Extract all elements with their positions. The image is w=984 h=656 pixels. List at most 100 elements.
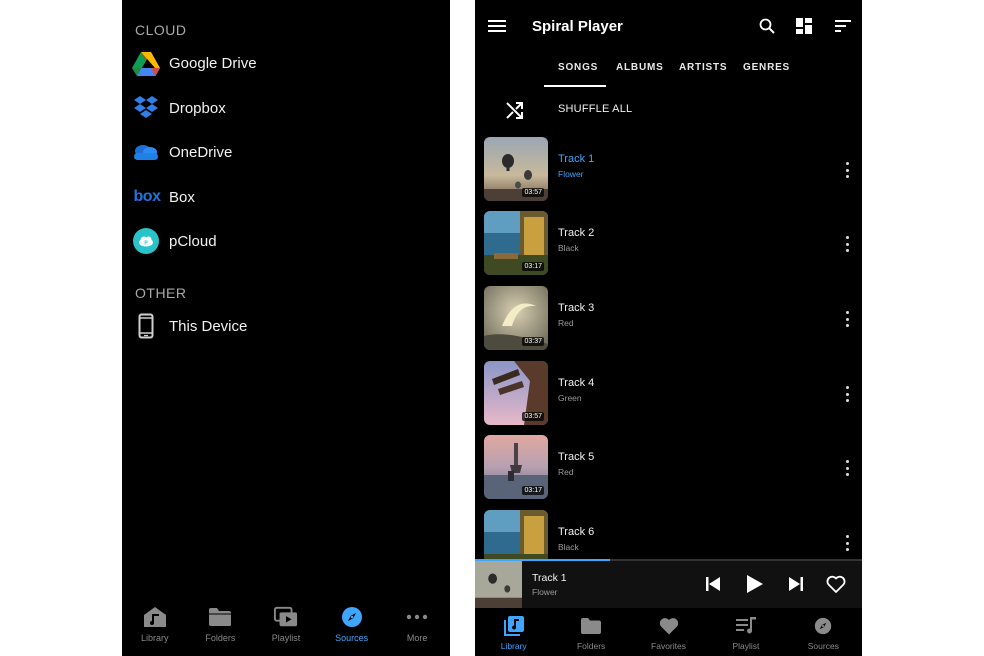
- track-subtitle: Flower: [558, 169, 584, 179]
- other-section-header: OTHER: [135, 285, 187, 301]
- source-label: Google Drive: [169, 54, 257, 72]
- source-google-drive[interactable]: Google Drive: [122, 43, 450, 83]
- source-box[interactable]: box Box: [122, 177, 450, 217]
- more-horizontal-icon: [405, 605, 429, 629]
- playlist-music-icon: [734, 614, 758, 638]
- more-vertical-icon[interactable]: [842, 311, 852, 327]
- folder-icon: [208, 605, 232, 629]
- more-vertical-icon[interactable]: [842, 535, 852, 551]
- playback-progress[interactable]: [475, 559, 862, 561]
- nav-sources[interactable]: Sources: [785, 608, 862, 656]
- source-label: This Device: [169, 317, 248, 335]
- track-subtitle: Red: [558, 318, 574, 328]
- source-label: Dropbox: [169, 99, 226, 117]
- tab-albums[interactable]: ALBUMS: [616, 62, 664, 73]
- google-drive-icon: [132, 49, 160, 77]
- active-tab-indicator: [544, 85, 606, 87]
- tab-songs[interactable]: SONGS: [558, 62, 598, 73]
- compass-icon: [811, 614, 835, 638]
- duration-badge: 03:57: [522, 188, 544, 197]
- album-art: 03:17: [484, 211, 548, 275]
- cloud-section-header: CLOUD: [135, 22, 187, 38]
- more-vertical-icon[interactable]: [842, 386, 852, 402]
- track-row[interactable]: 03:17 Track 2 Black: [475, 211, 862, 277]
- more-vertical-icon[interactable]: [842, 460, 852, 476]
- source-label: Box: [169, 188, 195, 206]
- nav-label: Playlist: [271, 633, 301, 643]
- track-title: Track 2: [558, 227, 595, 239]
- play-icon[interactable]: [744, 573, 766, 595]
- nav-playlist[interactable]: Playlist: [253, 598, 319, 656]
- favorite-heart-icon[interactable]: [825, 573, 847, 595]
- menu-icon[interactable]: [486, 15, 508, 37]
- nav-more[interactable]: More: [384, 598, 450, 656]
- mini-player[interactable]: Track 1 Flower: [475, 559, 862, 608]
- source-dropbox[interactable]: Dropbox: [122, 88, 450, 128]
- nav-label: More: [406, 633, 428, 643]
- album-art: 03:57: [484, 361, 548, 425]
- pcloud-icon: P: [132, 227, 160, 255]
- library-icon: [143, 605, 167, 629]
- track-row[interactable]: 03:57 Track 1 Flower: [475, 137, 862, 203]
- playlist-icon: [273, 605, 298, 629]
- album-art: 03:17: [484, 435, 548, 499]
- now-playing-subtitle: Flower: [532, 587, 558, 597]
- sort-icon[interactable]: [832, 15, 854, 37]
- library-tabs: SONGS ALBUMS ARTISTS GENRES: [475, 52, 862, 88]
- sources-screen: CLOUD Google Drive Dropbox OneDrive box …: [122, 0, 450, 656]
- search-icon[interactable]: [756, 15, 778, 37]
- app-bar: Spiral Player: [475, 0, 862, 52]
- track-subtitle: Black: [558, 243, 579, 253]
- phone-icon: [132, 312, 160, 340]
- nav-sources[interactable]: Sources: [319, 598, 385, 656]
- track-subtitle: Red: [558, 467, 574, 477]
- tab-artists[interactable]: ARTISTS: [679, 62, 727, 73]
- duration-badge: 03:17: [522, 262, 544, 271]
- library-screen: Spiral Player SONGS ALBUMS ARTISTS GENRE…: [475, 0, 862, 656]
- nav-label: Folders: [205, 633, 236, 643]
- album-art: 03:57: [484, 137, 548, 201]
- nav-playlist[interactable]: Playlist: [707, 608, 784, 656]
- nav-label: Sources: [807, 641, 839, 651]
- track-subtitle: Green: [558, 393, 582, 403]
- nav-favorites[interactable]: Favorites: [630, 608, 707, 656]
- tab-genres[interactable]: GENRES: [743, 62, 790, 73]
- shuffle-icon: [505, 100, 525, 120]
- nav-label: Library: [141, 633, 169, 643]
- track-row[interactable]: 03:17 Track 5 Red: [475, 435, 862, 501]
- track-title: Track 6: [558, 526, 595, 538]
- now-playing-art: [475, 561, 522, 608]
- now-playing-title: Track 1: [532, 572, 567, 584]
- dropbox-icon: [132, 94, 160, 122]
- nav-label: Sources: [335, 633, 369, 643]
- box-icon: box: [133, 188, 161, 205]
- duration-badge: 03:17: [522, 486, 544, 495]
- more-vertical-icon[interactable]: [842, 236, 852, 252]
- nav-folders[interactable]: Folders: [188, 598, 254, 656]
- duration-badge: 03:57: [522, 412, 544, 421]
- shuffle-all-button[interactable]: SHUFFLE ALL: [475, 95, 862, 125]
- source-this-device[interactable]: This Device: [122, 306, 450, 346]
- nav-library[interactable]: Library: [475, 608, 552, 656]
- track-title: Track 1: [558, 153, 595, 165]
- source-label: pCloud: [169, 232, 217, 250]
- nav-folders[interactable]: Folders: [552, 608, 629, 656]
- onedrive-icon: [132, 138, 160, 166]
- layout-grid-icon[interactable]: [793, 15, 815, 37]
- skip-previous-icon[interactable]: [702, 573, 724, 595]
- track-row[interactable]: 03:57 Track 4 Green: [475, 361, 862, 427]
- shuffle-label: SHUFFLE ALL: [558, 103, 633, 115]
- folder-icon: [579, 614, 603, 638]
- nav-label: Library: [500, 641, 527, 651]
- source-onedrive[interactable]: OneDrive: [122, 132, 450, 172]
- more-vertical-icon[interactable]: [842, 162, 852, 178]
- source-pcloud[interactable]: P pCloud: [122, 221, 450, 261]
- nav-label: Playlist: [732, 641, 760, 651]
- source-label: OneDrive: [169, 143, 233, 161]
- nav-library[interactable]: Library: [122, 598, 188, 656]
- track-row[interactable]: 03:37 Track 3 Red: [475, 286, 862, 352]
- track-title: Track 3: [558, 302, 595, 314]
- track-subtitle: Black: [558, 542, 579, 552]
- library-music-icon: [502, 614, 526, 638]
- skip-next-icon[interactable]: [785, 573, 807, 595]
